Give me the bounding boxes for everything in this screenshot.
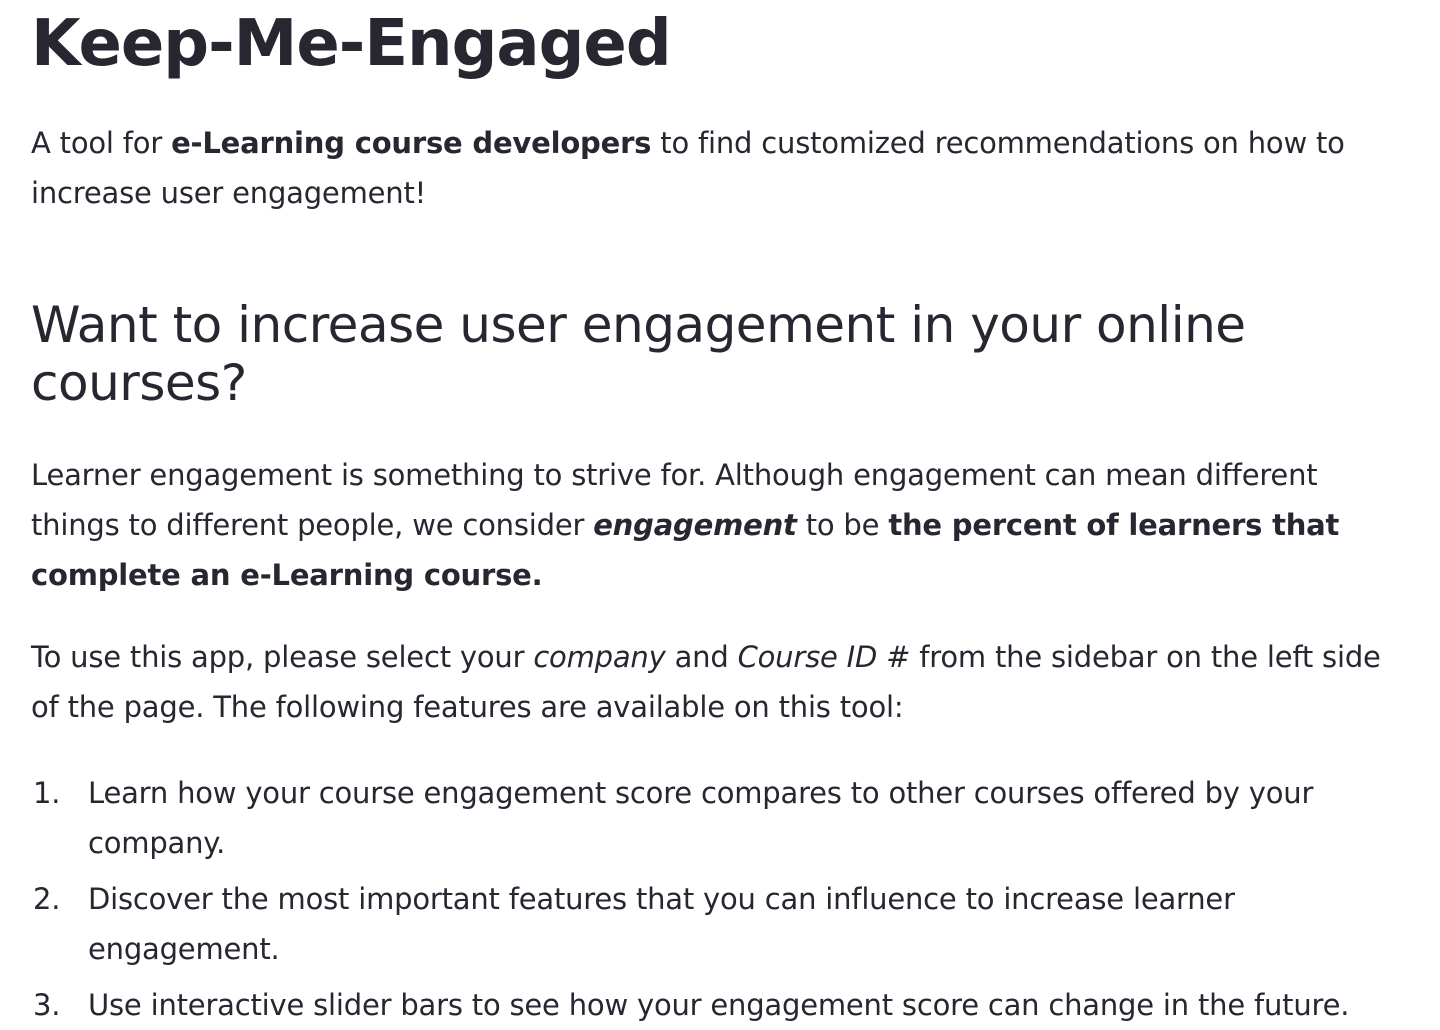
list-item: 2. Discover the most important features … — [31, 874, 1409, 974]
intro-paragraph: A tool for e-Learning course developers … — [31, 118, 1409, 218]
usage-text-start: To use this app, please select your — [31, 640, 534, 674]
list-item-text: Discover the most important features tha… — [88, 882, 1235, 966]
definition-text-middle: to be — [796, 508, 889, 542]
usage-text-and: and — [665, 640, 738, 674]
list-item: 1. Learn how your course engagement scor… — [31, 768, 1409, 868]
section-heading: Want to increase user engagement in your… — [31, 296, 1246, 412]
usage-course-id-term: Course ID # — [737, 640, 911, 674]
intro-text-start: A tool for — [31, 126, 172, 160]
list-item-number: 1. — [33, 776, 61, 810]
list-item-text: Use interactive slider bars to see how y… — [88, 988, 1350, 1022]
usage-company-term: company — [533, 640, 666, 674]
list-item-text: Learn how your course engagement score c… — [88, 776, 1314, 860]
engagement-definition-paragraph: Learner engagement is something to striv… — [31, 450, 1409, 600]
usage-instructions-paragraph: To use this app, please select your comp… — [31, 632, 1409, 732]
list-item-number: 2. — [33, 882, 61, 916]
intro-bold-audience: e-Learning course developers — [171, 126, 652, 160]
list-item-number: 3. — [33, 988, 61, 1022]
main-content: Keep-Me-Engaged A tool for e-Learning co… — [0, 0, 1409, 1030]
list-item: 3. Use interactive slider bars to see ho… — [31, 980, 1409, 1030]
page-title: Keep-Me-Engaged — [31, 7, 672, 81]
definition-term: engagement — [593, 508, 797, 542]
features-list: 1. Learn how your course engagement scor… — [31, 768, 1409, 1030]
